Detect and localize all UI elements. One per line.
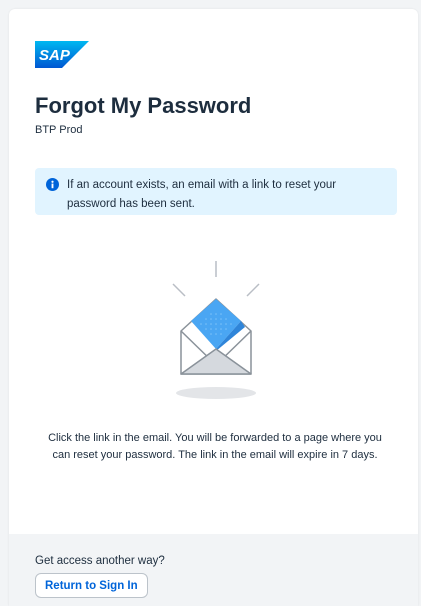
alternative-access-text: Get access another way? — [35, 555, 165, 567]
sap-logo: SAP — [35, 41, 89, 68]
return-to-sign-in-button[interactable]: Return to Sign In — [35, 573, 148, 598]
sap-logo-text: SAP — [39, 47, 71, 64]
forgot-password-card: SAP Forgot My Password BTP Prod If an ac… — [9, 9, 418, 606]
tenant-name: BTP Prod — [35, 124, 83, 136]
footer: Get access another way? Return to Sign I… — [9, 534, 418, 606]
info-message-text: If an account exists, an email with a li… — [67, 179, 337, 210]
info-message-strip: If an account exists, an email with a li… — [35, 168, 397, 215]
info-circle-icon — [46, 178, 59, 191]
page-title: Forgot My Password — [35, 93, 252, 118]
instructions-text: Click the link in the email. You will be… — [48, 432, 382, 461]
open-envelope-icon — [172, 261, 260, 399]
